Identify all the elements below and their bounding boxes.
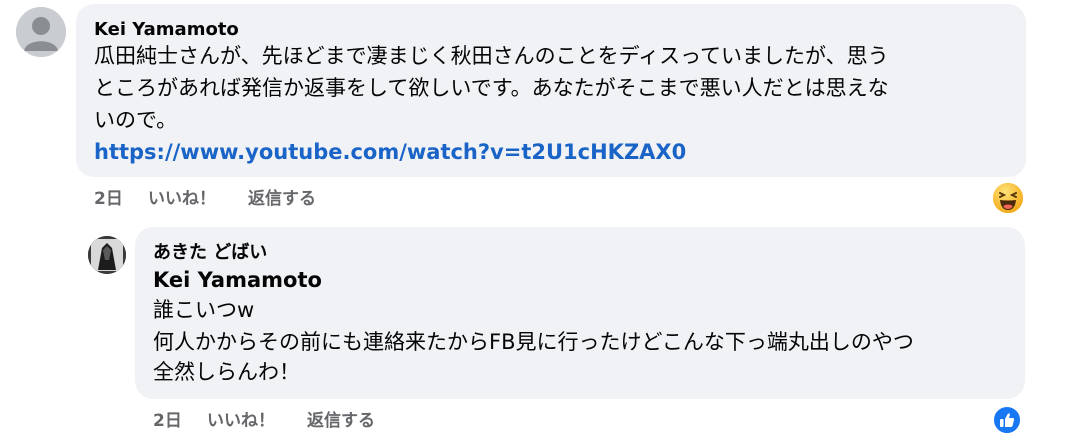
default-profile-icon bbox=[16, 7, 66, 57]
grinning-squint-emoji-icon[interactable] bbox=[992, 182, 1024, 214]
reply-text-line: 何人かからその前にも連絡来たからFB見に行ったけどこんな下っ端丸出しのやつ bbox=[153, 330, 914, 354]
avatar-akita-dobai[interactable] bbox=[88, 236, 126, 274]
reply-text-line: 誰こいつw bbox=[153, 298, 255, 322]
reply-reply-button[interactable]: 返信する bbox=[307, 410, 375, 432]
profile-photo-icon bbox=[88, 236, 126, 274]
avatar-kei-yamamoto[interactable] bbox=[16, 7, 66, 57]
comment-timestamp[interactable]: 2日 bbox=[94, 188, 123, 210]
comment-link[interactable]: https://www.youtube.com/watch?v=t2U1cHKZ… bbox=[94, 138, 686, 166]
reply-text-line: 全然しらんわ！ bbox=[153, 360, 300, 384]
reply-bubble: あきた どばい Kei Yamamoto 誰こいつw 何人かからその前にも連絡来… bbox=[135, 227, 1025, 399]
comment-text-line: ところがあれば発信か返事をして欲しいです。あなたがそこまで悪い人だとは思えな bbox=[94, 76, 889, 100]
like-button[interactable]: いいね！ bbox=[148, 188, 216, 210]
reply-timestamp[interactable]: 2日 bbox=[153, 410, 182, 432]
like-thumbs-up-icon[interactable] bbox=[992, 405, 1022, 435]
reply-mention[interactable]: Kei Yamamoto bbox=[153, 266, 322, 294]
reply-button[interactable]: 返信する bbox=[248, 188, 316, 210]
haha-reaction-icon bbox=[993, 183, 1023, 213]
reply-author[interactable]: あきた どばい bbox=[153, 241, 267, 265]
thumbs-up-icon bbox=[1000, 413, 1015, 427]
reply-like-button[interactable]: いいね！ bbox=[207, 410, 275, 432]
comment-bubble: Kei Yamamoto 瓜田純士さんが、先ほどまで凄まじく秋田さんのことをディ… bbox=[76, 4, 1026, 177]
comment-text-line: 瓜田純士さんが、先ほどまで凄まじく秋田さんのことをディスっていましたが、思う bbox=[94, 44, 889, 68]
comment-author[interactable]: Kei Yamamoto bbox=[94, 18, 239, 42]
comment-text-line: いので。 bbox=[94, 108, 178, 132]
